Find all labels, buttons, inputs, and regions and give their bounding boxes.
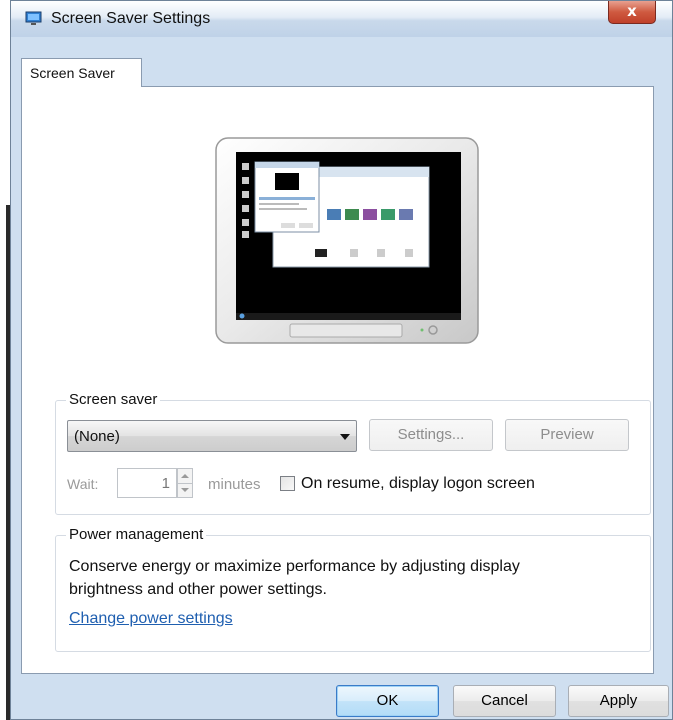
close-icon: x [627, 2, 637, 20]
window-title: Screen Saver Settings [51, 10, 211, 27]
theme-thumbnails [327, 209, 413, 220]
minutes-label: minutes [208, 476, 261, 493]
wait-label: Wait: [67, 476, 99, 492]
spinner-up-icon[interactable] [178, 469, 192, 484]
screen-saver-selected: (None) [74, 428, 120, 445]
close-button[interactable]: x [608, 1, 656, 24]
screen-saver-dropdown[interactable]: (None) [67, 420, 357, 452]
ok-button[interactable]: OK [336, 685, 439, 717]
tab-label: Screen Saver [30, 65, 115, 81]
change-power-settings-link[interactable]: Change power settings [69, 610, 233, 628]
power-management-group-title: Power management [66, 526, 207, 543]
settings-button[interactable]: Settings... [369, 419, 493, 451]
wait-value: 1 [161, 475, 170, 492]
preview-button[interactable]: Preview [505, 419, 629, 451]
on-resume-label[interactable]: On resume, display logon screen [301, 475, 535, 493]
on-resume-checkbox[interactable] [280, 476, 295, 491]
power-description: Conserve energy or maximize performance … [69, 558, 520, 598]
spinner-down-icon[interactable] [178, 484, 192, 498]
background-strip [0, 0, 10, 720]
title-bar[interactable]: Screen Saver Settings x [11, 1, 672, 37]
tab-screen-saver[interactable]: Screen Saver [21, 58, 142, 87]
screen-saver-group-title: Screen saver [66, 391, 161, 408]
apply-button[interactable]: Apply [568, 685, 669, 717]
wait-spinner[interactable] [177, 468, 193, 498]
cancel-button[interactable]: Cancel [453, 685, 556, 717]
wait-minutes-input[interactable]: 1 [117, 468, 177, 498]
monitor-app-icon [25, 11, 42, 25]
monitor-preview-image [215, 137, 479, 344]
chevron-down-icon [340, 434, 350, 440]
